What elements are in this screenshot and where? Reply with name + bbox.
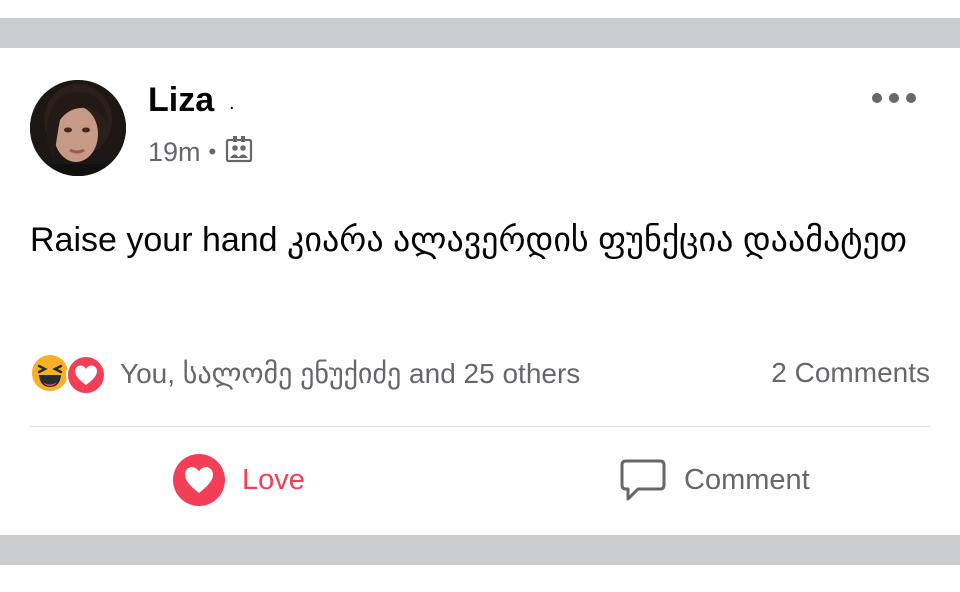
post-text: Raise your hand კიარა ალავერდის ფუნქცია … xyxy=(30,221,907,259)
top-background xyxy=(0,0,960,18)
love-reaction-icon xyxy=(66,355,106,395)
profile-photo xyxy=(30,80,126,176)
more-dot xyxy=(889,93,899,103)
reactions-summary[interactable]: You, სალომე ენუქიძე and 25 others xyxy=(120,357,580,390)
more-dot xyxy=(906,93,916,103)
reaction-icons xyxy=(30,351,114,395)
comments-count[interactable]: 2 Comments xyxy=(771,357,930,389)
comment-icon xyxy=(620,459,666,501)
author-suffix: . xyxy=(229,92,235,114)
post-card: Liza . 19m • Raise your hand კიარა ალავე… xyxy=(0,48,960,535)
comment-button[interactable]: Comment xyxy=(618,448,810,512)
author-name[interactable]: Liza xyxy=(148,80,214,120)
feed-separator-bottom xyxy=(0,535,960,565)
bottom-background xyxy=(0,565,960,592)
avatar[interactable] xyxy=(30,80,126,176)
divider xyxy=(30,426,930,427)
love-button[interactable]: Love xyxy=(172,448,305,512)
haha-reaction-icon xyxy=(30,353,70,393)
reactions-row[interactable]: You, სალომე ენუქიძე and 25 others 2 Comm… xyxy=(30,350,930,396)
comment-label: Comment xyxy=(684,463,810,496)
feed-separator-top xyxy=(0,18,960,48)
meta-separator: • xyxy=(208,139,217,164)
love-label: Love xyxy=(242,463,305,496)
more-options-icon[interactable] xyxy=(872,86,916,110)
more-dot xyxy=(872,93,882,103)
group-privacy-icon xyxy=(224,134,254,171)
love-icon xyxy=(173,454,225,506)
post-time[interactable]: 19m xyxy=(148,137,201,168)
post-meta: 19m • xyxy=(148,134,254,170)
